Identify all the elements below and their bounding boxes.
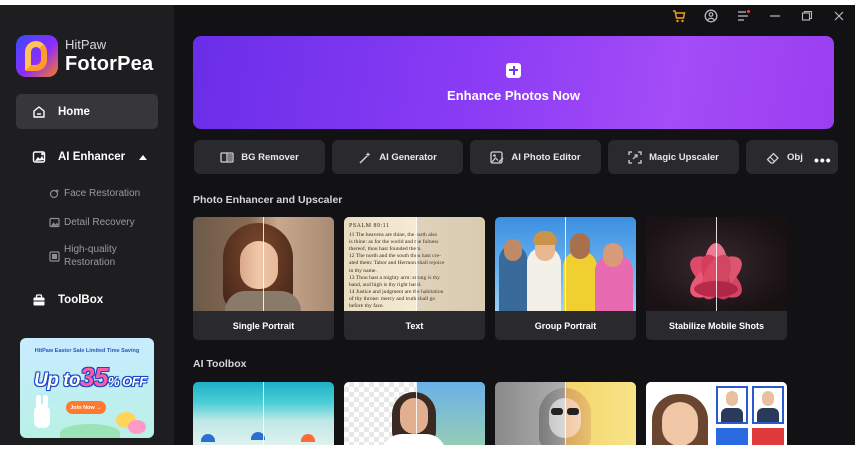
cart-icon[interactable] <box>663 5 695 27</box>
subitem-label: High-quality Restoration <box>64 244 117 268</box>
minimize-icon[interactable] <box>759 5 791 27</box>
sidebar-item-label: Home <box>58 105 90 118</box>
upscale-icon <box>628 150 642 164</box>
sidebar-subitem-detail-recovery[interactable]: Detail Recovery <box>49 216 135 229</box>
tool-label: AI Photo Editor <box>511 151 581 163</box>
enhance-photos-label: Enhance Photos Now <box>447 87 580 103</box>
section-title-enhancer: Photo Enhancer and Upscaler <box>193 194 343 206</box>
card-label: Single Portrait <box>232 320 295 331</box>
subitem-label: Detail Recovery <box>64 217 135 228</box>
grass-illustration <box>60 424 120 438</box>
bunny-illustration <box>34 395 50 428</box>
detail-recovery-icon <box>49 217 60 228</box>
promo-number: 35 <box>80 362 108 392</box>
egg-illustration <box>128 420 146 434</box>
promo-suffix: % OFF <box>107 374 147 389</box>
sunglasses-portrait-image <box>495 382 636 445</box>
card-toolbox-beach[interactable] <box>193 382 334 445</box>
eraser-icon <box>766 152 779 164</box>
sidebar: HitPaw FotorPea Home AI Enhancer Face Re… <box>0 5 174 445</box>
tool-label: BG Remover <box>241 151 299 163</box>
promo-top-text: HitPaw Easter Sale Limited Time Saving <box>34 348 140 354</box>
card-toolbox-colorize[interactable] <box>495 382 636 445</box>
card-label: Group Portrait <box>534 320 597 331</box>
section-title-ai-toolbox: AI Toolbox <box>193 358 247 370</box>
chevron-up-icon[interactable] <box>139 154 148 160</box>
brand: HitPaw FotorPea <box>16 35 153 77</box>
tool-magic-upscaler[interactable]: Magic Upscaler <box>608 140 739 174</box>
beach-image <box>193 382 334 445</box>
card-toolbox-bg-remove[interactable] <box>344 382 485 445</box>
promo-banner[interactable]: HitPaw Easter Sale Limited Time Saving U… <box>20 338 154 438</box>
tool-label: Magic Upscaler <box>649 151 719 163</box>
more-tools-icon[interactable]: ••• <box>814 152 832 168</box>
enhance-photos-banner[interactable]: Enhance Photos Now <box>193 36 834 129</box>
tool-bg-remover[interactable]: BG Remover <box>194 140 325 174</box>
id-photo-image <box>646 382 787 445</box>
title-bar <box>663 5 855 27</box>
menu-icon[interactable] <box>727 5 759 27</box>
account-icon[interactable] <box>695 5 727 27</box>
subitem-label: Face Restoration <box>64 188 141 199</box>
flower-image <box>646 217 787 311</box>
card-text[interactable]: PSALM 89:11 11 The heavens are thine, th… <box>344 217 485 340</box>
image-enhance-icon <box>32 151 46 163</box>
sidebar-subitem-face-restoration[interactable]: Face Restoration <box>49 187 140 200</box>
tool-label: AI Generator <box>379 151 437 163</box>
brand-sub: HitPaw <box>65 37 107 52</box>
sidebar-item-home[interactable]: Home <box>16 94 158 129</box>
card-label: Stabilize Mobile Shots <box>668 320 764 331</box>
bg-remover-icon <box>220 151 234 163</box>
plus-icon <box>506 62 521 78</box>
app-window: HitPaw FotorPea Home AI Enhancer Face Re… <box>0 5 855 445</box>
card-label: Text <box>405 320 424 331</box>
single-portrait-image <box>193 217 334 311</box>
card-group-portrait[interactable]: Group Portrait <box>495 217 636 340</box>
sidebar-item-ai-enhancer[interactable]: AI Enhancer <box>32 150 148 164</box>
portrait-bg-remove-image <box>344 382 485 445</box>
face-restoration-icon <box>49 189 60 199</box>
card-stabilize-mobile-shots[interactable]: Stabilize Mobile Shots <box>646 217 787 340</box>
sidebar-item-label: AI Enhancer <box>58 151 126 163</box>
close-icon[interactable] <box>823 5 855 27</box>
toolbox-icon <box>33 294 45 306</box>
tool-ai-generator[interactable]: AI Generator <box>332 140 463 174</box>
sidebar-item-toolbox[interactable]: ToolBox <box>32 293 103 307</box>
group-portrait-image <box>495 217 636 311</box>
sidebar-item-label: ToolBox <box>58 294 104 306</box>
photo-edit-icon <box>490 150 504 164</box>
promo-prefix: Up to <box>34 370 81 391</box>
sidebar-subitem-high-quality-restoration[interactable]: High-quality Restoration <box>49 243 117 269</box>
promo-discount: Up to35% OFF <box>34 362 147 393</box>
home-icon <box>33 105 45 118</box>
high-quality-restoration-icon <box>49 250 60 262</box>
card-single-portrait[interactable]: Single Portrait <box>193 217 334 340</box>
tool-ai-photo-editor[interactable]: AI Photo Editor <box>470 140 601 174</box>
app-logo-icon <box>16 35 58 77</box>
text-document-image: PSALM 89:11 11 The heavens are thine, th… <box>344 217 485 311</box>
tool-label: Obj <box>787 151 803 163</box>
restore-icon[interactable] <box>791 5 823 27</box>
brand-name: FotorPea <box>65 53 154 75</box>
promo-join-button[interactable]: Join Now → <box>66 401 106 414</box>
magic-wand-icon <box>359 151 371 164</box>
card-toolbox-id-photo[interactable] <box>646 382 787 445</box>
